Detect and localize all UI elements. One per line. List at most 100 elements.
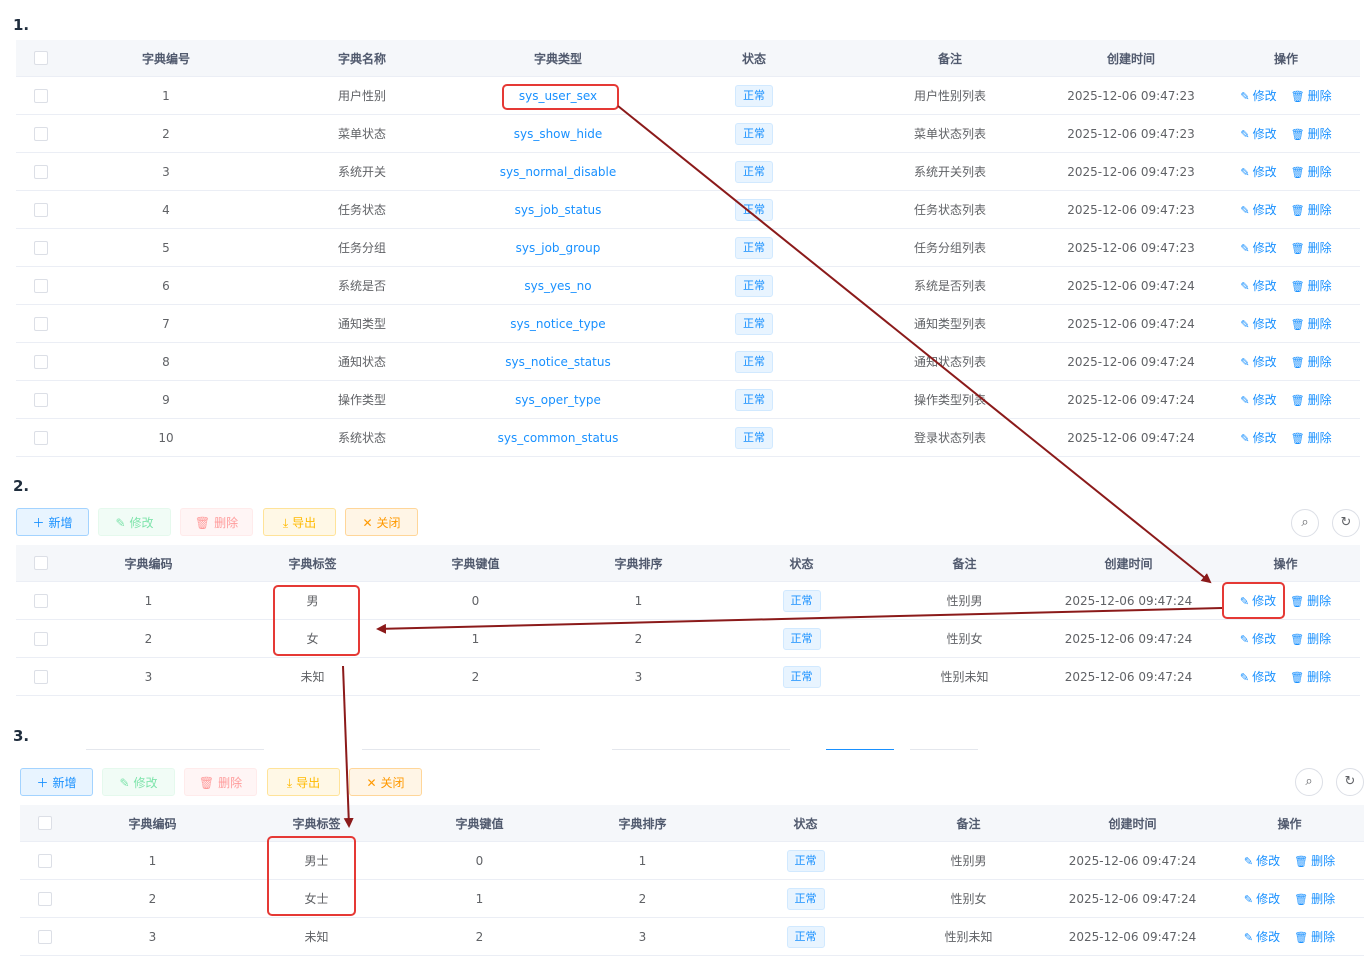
dict-type-link[interactable]: sys_job_status xyxy=(515,203,602,217)
dict-type-link[interactable]: sys_job_group xyxy=(516,241,601,255)
delete-action-link[interactable]: 🗑 删除 xyxy=(1291,87,1332,104)
search-toggle-button[interactable]: ⌕ xyxy=(1295,768,1323,796)
row-checkbox[interactable] xyxy=(34,278,48,293)
edit-action-link[interactable]: ✎ 修改 xyxy=(1240,592,1276,609)
delete-action-link[interactable]: 🗑 删除 xyxy=(1290,630,1331,647)
table-row: 2 菜单状态 sys_show_hide 正常 菜单状态列表 2025-12-06 09:… xyxy=(16,114,1360,153)
delete-button[interactable]: 🗑 删除 xyxy=(184,768,257,796)
status-badge: 正常 xyxy=(786,849,825,872)
edit-button[interactable]: ✎ 修改 xyxy=(98,508,171,536)
edit-button[interactable]: ✎ 修改 xyxy=(102,768,175,796)
row-checkbox[interactable] xyxy=(34,631,48,646)
close-button[interactable]: ✕ 关闭 xyxy=(345,508,418,536)
refresh-button[interactable]: ↻ xyxy=(1332,509,1360,537)
dict-sort-cell: 2 xyxy=(557,619,720,658)
edit-action-link[interactable]: ✎ 修改 xyxy=(1240,163,1276,180)
dict-type-link[interactable]: sys_notice_type xyxy=(510,317,605,331)
edit-action-link[interactable]: ✎ 修改 xyxy=(1240,668,1276,685)
edit-action-link[interactable]: ✎ 修改 xyxy=(1240,630,1276,647)
search-icon: ⌕ xyxy=(1301,515,1309,530)
dict-type-link[interactable]: sys_yes_no xyxy=(524,279,591,293)
row-checkbox[interactable] xyxy=(34,202,48,217)
col-header: 字典排序 xyxy=(561,805,724,842)
edit-action-link[interactable]: ✎ 修改 xyxy=(1240,315,1276,332)
edit-action-link[interactable]: ✎ 修改 xyxy=(1240,239,1276,256)
export-button[interactable]: ⤓ 导出 xyxy=(263,508,336,536)
remark-cell: 性别未知 xyxy=(883,657,1046,696)
actions-cell: ✎ 修改 🗑 删除 xyxy=(1212,304,1360,343)
dict-name-cell: 任务分组 xyxy=(266,228,458,267)
dict-type-link[interactable]: sys_normal_disable xyxy=(500,165,617,179)
delete-action-link[interactable]: 🗑 删除 xyxy=(1294,928,1335,945)
delete-action-link[interactable]: 🗑 删除 xyxy=(1290,592,1331,609)
delete-action-link[interactable]: 🗑 删除 xyxy=(1291,239,1332,256)
dict-type-link[interactable]: sys_show_hide xyxy=(514,127,603,141)
edit-action-link[interactable]: ✎ 修改 xyxy=(1244,928,1280,945)
edit-action-link[interactable]: ✎ 修改 xyxy=(1240,277,1276,294)
row-checkbox[interactable] xyxy=(34,316,48,331)
delete-action-link[interactable]: 🗑 删除 xyxy=(1291,429,1332,446)
delete-action-link[interactable]: 🗑 删除 xyxy=(1291,391,1332,408)
delete-action-label: 删除 xyxy=(1311,892,1336,906)
col-header: 字典编码 xyxy=(70,805,235,842)
edit-action-link[interactable]: ✎ 修改 xyxy=(1244,852,1280,869)
edit-action-link[interactable]: ✎ 修改 xyxy=(1240,353,1276,370)
dict-sort-cell: 2 xyxy=(561,879,724,918)
row-checkbox[interactable] xyxy=(34,126,48,141)
table-row: 5 任务分组 sys_job_group 正常 任务分组列表 2025-12-06 09:… xyxy=(16,228,1360,267)
row-checkbox[interactable] xyxy=(34,392,48,407)
delete-action-link[interactable]: 🗑 删除 xyxy=(1291,163,1332,180)
row-checkbox[interactable] xyxy=(34,88,48,103)
edit-action-label: 修改 xyxy=(1252,279,1277,293)
row-checkbox[interactable] xyxy=(34,164,48,179)
row-checkbox-cell xyxy=(16,418,66,457)
delete-action-link[interactable]: 🗑 删除 xyxy=(1291,201,1332,218)
select-all-checkbox[interactable] xyxy=(16,545,66,582)
dict-type-link[interactable]: sys_oper_type xyxy=(515,393,601,407)
export-button[interactable]: ⤓ 导出 xyxy=(267,768,340,796)
row-checkbox[interactable] xyxy=(34,240,48,255)
search-toggle-button[interactable]: ⌕ xyxy=(1291,509,1319,537)
dict-type-link[interactable]: sys_notice_status xyxy=(505,355,610,369)
row-checkbox[interactable] xyxy=(34,430,48,445)
edit-icon: ✎ xyxy=(1243,931,1254,944)
delete-action-link[interactable]: 🗑 删除 xyxy=(1291,315,1332,332)
edit-action-label: 修改 xyxy=(1256,892,1281,906)
table-header-row: 字典编号 字典名称 字典类型 状态 备注 创建时间 操作 xyxy=(16,40,1360,77)
delete-action-link[interactable]: 🗑 删除 xyxy=(1294,890,1335,907)
row-checkbox[interactable] xyxy=(34,354,48,369)
row-checkbox[interactable] xyxy=(34,669,48,684)
row-checkbox[interactable] xyxy=(38,891,52,906)
delete-action-link[interactable]: 🗑 删除 xyxy=(1290,668,1331,685)
edit-action-link[interactable]: ✎ 修改 xyxy=(1240,391,1276,408)
select-all-checkbox[interactable] xyxy=(20,805,70,842)
delete-action-link[interactable]: 🗑 删除 xyxy=(1291,277,1332,294)
select-all-checkbox[interactable] xyxy=(16,40,66,77)
edit-action-link[interactable]: ✎ 修改 xyxy=(1240,125,1276,142)
dict-type-link[interactable]: sys_user_sex xyxy=(519,89,597,103)
edit-action-link[interactable]: ✎ 修改 xyxy=(1244,890,1280,907)
created-time-cell: 2025-12-06 09:47:23 xyxy=(1050,114,1212,153)
toolbar-before: ＋新增 ✎ 修改 🗑 删除 ⤓ 导出 ✕ 关闭 xyxy=(16,508,1360,538)
refresh-button[interactable]: ↻ xyxy=(1336,768,1364,796)
add-button[interactable]: ＋新增 xyxy=(16,508,89,536)
edit-icon: ✎ xyxy=(1240,128,1250,141)
edit-action-link[interactable]: ✎ 修改 xyxy=(1240,201,1276,218)
delete-action-link[interactable]: 🗑 删除 xyxy=(1291,125,1332,142)
row-checkbox[interactable] xyxy=(34,593,48,608)
add-button[interactable]: ＋新增 xyxy=(20,768,93,796)
delete-button[interactable]: 🗑 删除 xyxy=(180,508,253,536)
status-badge: 正常 xyxy=(782,589,821,612)
row-checkbox[interactable] xyxy=(38,853,52,868)
row-checkbox[interactable] xyxy=(38,929,52,944)
delete-action-link[interactable]: 🗑 删除 xyxy=(1291,353,1332,370)
delete-action-link[interactable]: 🗑 删除 xyxy=(1294,852,1335,869)
close-button[interactable]: ✕ 关闭 xyxy=(349,768,422,796)
edit-action-link[interactable]: ✎ 修改 xyxy=(1240,429,1276,446)
remark-cell: 通知类型列表 xyxy=(850,304,1050,343)
edit-action-link[interactable]: ✎ 修改 xyxy=(1240,87,1276,104)
status-badge: 正常 xyxy=(735,160,773,183)
dict-type-link[interactable]: sys_common_status xyxy=(498,431,619,445)
created-time-cell: 2025-12-06 09:47:23 xyxy=(1050,190,1212,229)
remark-cell: 登录状态列表 xyxy=(850,418,1050,457)
